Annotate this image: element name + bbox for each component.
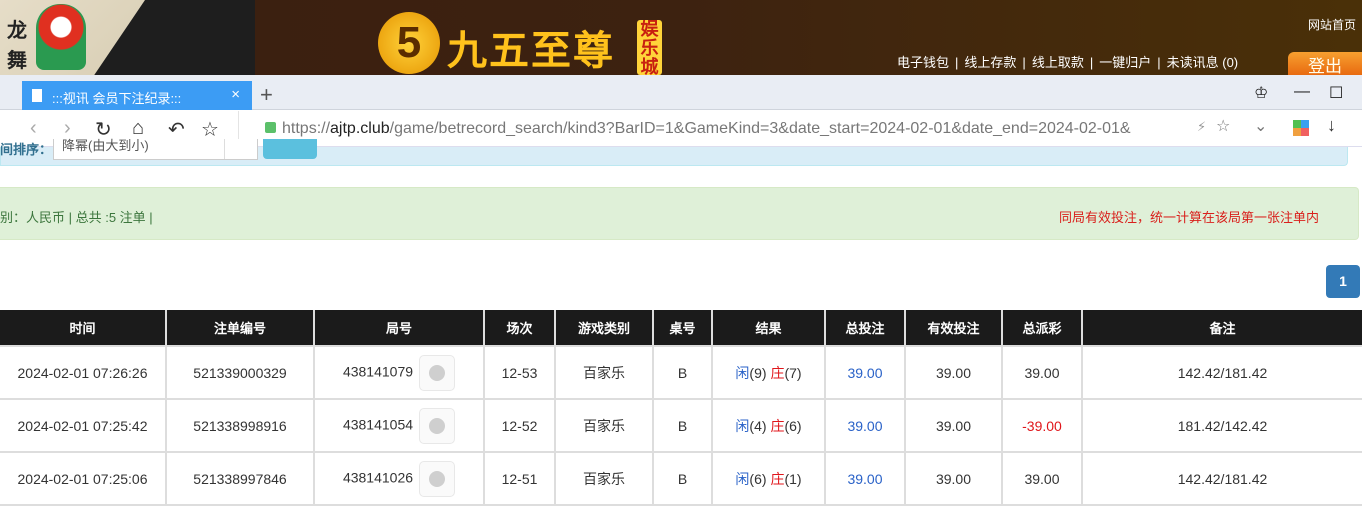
bookmark-star-icon[interactable]: ☆	[1216, 116, 1230, 136]
cell-time: 2024-02-01 07:25:06	[0, 451, 167, 506]
cell-total: 39.00	[824, 398, 906, 453]
cell-valid: 39.00	[904, 398, 1003, 453]
home-icon[interactable]: ⌂	[132, 117, 144, 140]
cell-result: 闲(4) 庄(6)	[711, 398, 826, 453]
column-header: 有效投注	[904, 310, 1003, 347]
skin-icon[interactable]: ♔	[1254, 83, 1268, 103]
cell-result: 闲(6) 庄(1)	[711, 451, 826, 506]
home-link[interactable]: 网站首页	[1308, 16, 1356, 33]
banner-char: 舞	[7, 48, 27, 72]
cell-round: 438141026	[313, 451, 485, 506]
new-tab-button[interactable]: +	[260, 82, 273, 108]
bet-record-table: 时间 注单编号 局号 场次 游戏类别 桌号 结果 总投注 有效投注 总派彩 备注 2024-02-0…	[0, 310, 1362, 506]
lock-icon	[265, 122, 276, 133]
video-replay-icon[interactable]	[419, 354, 456, 391]
sort-label: 间排序：	[0, 142, 53, 157]
column-header: 总投注	[824, 310, 906, 347]
download-icon[interactable]: ↓	[1327, 115, 1336, 136]
logo-text: 九五至尊	[447, 27, 615, 74]
cell-bet_id: 521338997846	[165, 451, 315, 506]
table-row: 2024-02-01 07:25:06 521338997846 438141026…	[0, 451, 1362, 506]
cell-session: 12-52	[483, 398, 556, 453]
cell-result: 闲(9) 庄(7)	[711, 345, 826, 400]
cell-payout: -39.00	[1001, 398, 1083, 453]
logo-icon: 5	[378, 12, 440, 74]
cell-bet_id: 521339000329	[165, 345, 315, 400]
video-replay-icon[interactable]	[419, 407, 456, 444]
cell-table: B	[652, 345, 713, 400]
url-input[interactable]: https://ajtp.club/game/betrecord_search/…	[238, 111, 1278, 146]
cell-valid: 39.00	[904, 451, 1003, 506]
column-header: 总派彩	[1001, 310, 1083, 347]
cell-note: 181.42/142.42	[1081, 398, 1362, 453]
cell-round: 438141079	[313, 345, 485, 400]
member-nav: 电子钱包 | 线上存款 | 线上取款 | 一键归户 | 未读讯息 (0)	[897, 55, 1239, 70]
cell-note: 142.42/181.42	[1081, 345, 1362, 400]
column-header: 时间	[0, 310, 167, 347]
dropdown-icon[interactable]: ⌄	[1254, 116, 1267, 136]
logo-badge: 娱乐城	[637, 20, 662, 75]
table-row: 2024-02-01 07:25:42 521338998916 438141054…	[0, 398, 1362, 453]
cell-total: 39.00	[824, 345, 906, 400]
cell-payout: 39.00	[1001, 345, 1083, 400]
banner-char: 龙	[7, 18, 27, 42]
cell-session: 12-51	[483, 451, 556, 506]
cell-table: B	[652, 398, 713, 453]
cell-round: 438141054	[313, 398, 485, 453]
cell-note: 142.42/181.42	[1081, 451, 1362, 506]
forward-icon[interactable]: ›	[64, 117, 71, 140]
chevron-down-icon	[224, 139, 257, 159]
maximize-icon[interactable]: ☐	[1329, 83, 1343, 103]
nav-deposit[interactable]: 线上存款	[964, 55, 1016, 70]
nav-consolidate[interactable]: 一键归户	[1099, 55, 1151, 70]
column-header: 场次	[483, 310, 556, 347]
page-1-button[interactable]: 1	[1326, 265, 1360, 298]
lion-dance-image	[36, 4, 86, 70]
column-header: 桌号	[652, 310, 713, 347]
column-header: 备注	[1081, 310, 1362, 347]
nav-wallet[interactable]: 电子钱包	[897, 55, 949, 70]
lightning-icon[interactable]: ⚡	[1197, 119, 1206, 135]
nav-messages[interactable]: 未读讯息 (0)	[1167, 55, 1239, 70]
apps-icon[interactable]	[1293, 120, 1309, 136]
close-icon[interactable]: ×	[231, 86, 240, 103]
cell-table: B	[652, 451, 713, 506]
cell-time: 2024-02-01 07:25:42	[0, 398, 167, 453]
minimize-icon[interactable]: —	[1294, 83, 1310, 101]
nav-withdraw[interactable]: 线上取款	[1032, 55, 1084, 70]
document-icon	[32, 89, 42, 102]
cell-session: 12-53	[483, 345, 556, 400]
column-header: 结果	[711, 310, 826, 347]
cell-payout: 39.00	[1001, 451, 1083, 506]
sort-select[interactable]: 降幂(由大到小)	[53, 139, 258, 160]
logout-button[interactable]: 登出	[1288, 52, 1362, 75]
cell-valid: 39.00	[904, 345, 1003, 400]
tab-title: :::视讯 会员下注纪录:::	[52, 91, 182, 106]
summary-text: 别：人民币 | 总共 :5 注单 |	[0, 210, 153, 225]
column-header: 游戏类别	[554, 310, 654, 347]
browser-tab[interactable]: :::视讯 会员下注纪录::: ×	[22, 81, 252, 110]
cell-game: 百家乐	[554, 345, 654, 400]
back-icon[interactable]: ‹	[30, 117, 37, 140]
search-button[interactable]	[263, 139, 317, 159]
cell-game: 百家乐	[554, 451, 654, 506]
column-header: 注单编号	[165, 310, 315, 347]
video-replay-icon[interactable]	[419, 460, 456, 497]
table-row: 2024-02-01 07:26:26 521339000329 438141079…	[0, 345, 1362, 400]
cell-bet_id: 521338998916	[165, 398, 315, 453]
column-header: 局号	[313, 310, 485, 347]
notice-text: 同局有效投注，统一计算在该局第一张注单内	[1059, 210, 1320, 225]
cell-game: 百家乐	[554, 398, 654, 453]
cell-total: 39.00	[824, 451, 906, 506]
cell-time: 2024-02-01 07:26:26	[0, 345, 167, 400]
